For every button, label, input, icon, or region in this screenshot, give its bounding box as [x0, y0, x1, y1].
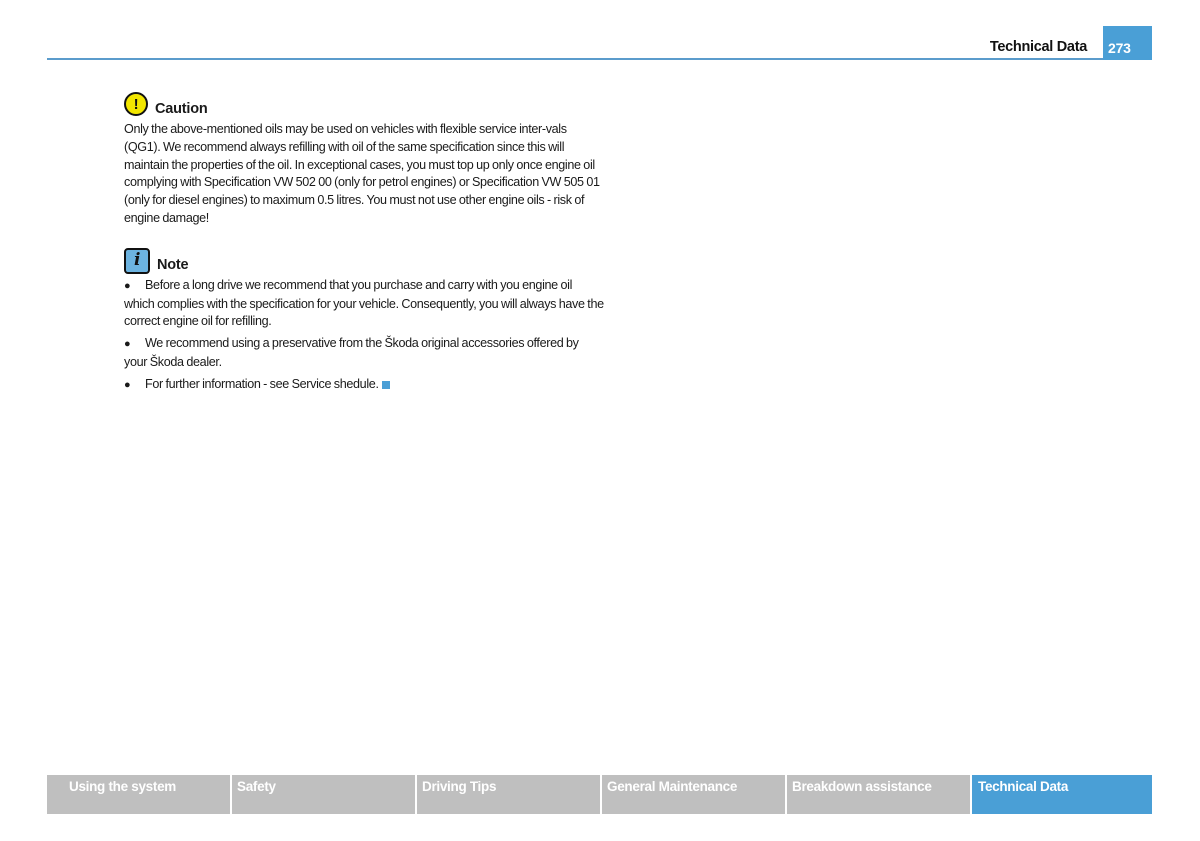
caution-block: ! Caution Only the above-mentioned oils … [124, 91, 604, 228]
info-icon: i [124, 247, 150, 274]
note-title: Note [157, 256, 189, 273]
chapter-nav: Using the system Safety Driving Tips Gen… [47, 775, 1152, 814]
tab-using-the-system[interactable]: Using the system [47, 775, 230, 814]
tab-safety[interactable]: Safety [232, 775, 415, 814]
caution-title: Caution [155, 101, 208, 117]
note-bullet: ● For further information - see Service s… [124, 376, 604, 395]
note-bullet-text: We recommend using a preservative from t… [124, 336, 579, 369]
tab-driving-tips[interactable]: Driving Tips [417, 775, 600, 814]
header-rule [47, 58, 1152, 60]
note-bullet-text: Before a long drive we recommend that yo… [124, 277, 604, 329]
section-title: Technical Data [989, 39, 1087, 55]
page-number: 273 [1103, 26, 1152, 60]
caution-heading: ! Caution [124, 91, 604, 118]
note-bullet: ● Before a long drive we recommend that y… [124, 277, 604, 331]
tab-general-maintenance[interactable]: General Maintenance [602, 775, 785, 814]
note-heading: i Note [124, 247, 604, 274]
tab-breakdown-assistance[interactable]: Breakdown assistance [787, 775, 970, 814]
note-block: i Note ● Before a long drive we recommend… [124, 247, 604, 395]
note-bullet-text: For further information - see Service sh… [145, 376, 379, 391]
caution-text: Only the above-mentioned oils may be use… [124, 122, 600, 225]
section-end-square-icon [381, 380, 390, 389]
tab-technical-data[interactable]: Technical Data [972, 775, 1152, 814]
note-bullet: ● We recommend using a preservative from … [124, 335, 604, 372]
bullet-dot-icon: ● [124, 378, 131, 391]
bullet-dot-icon: ● [124, 279, 131, 292]
exclamation-circle-icon: ! [124, 92, 148, 116]
bullet-dot-icon: ● [124, 338, 131, 351]
page-content: ! Caution Only the above-mentioned oils … [124, 91, 604, 395]
